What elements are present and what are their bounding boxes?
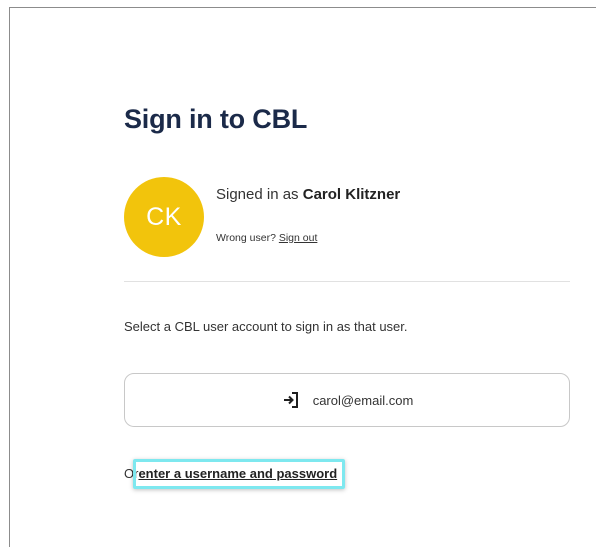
wrong-user-line: Wrong user? Sign out	[216, 232, 317, 244]
wrong-user-text: Wrong user?	[216, 232, 276, 244]
sign-in-icon	[281, 390, 301, 410]
avatar-initials: CK	[146, 202, 182, 231]
account-select-instruction: Select a CBL user account to sign in as …	[124, 319, 408, 334]
signed-in-prefix: Signed in as	[216, 186, 299, 203]
avatar: CK	[124, 177, 204, 257]
alternate-prefix: Or	[124, 466, 139, 481]
signed-in-status: Signed in as Carol Klitzner	[216, 186, 400, 203]
divider	[124, 281, 570, 282]
username-password-link-wrapper: enter a username and password	[133, 459, 346, 489]
username-password-link[interactable]: enter a username and password	[138, 466, 337, 481]
alternate-sign-in-line: Or enter a username and password	[124, 459, 346, 489]
account-button-carol[interactable]: carol@email.com	[124, 373, 570, 427]
page-title: Sign in to CBL	[124, 104, 308, 134]
account-email: carol@email.com	[312, 392, 414, 408]
signed-in-user-name: Carol Klitzner	[302, 186, 401, 203]
sign-out-link[interactable]: Sign out	[279, 232, 318, 244]
